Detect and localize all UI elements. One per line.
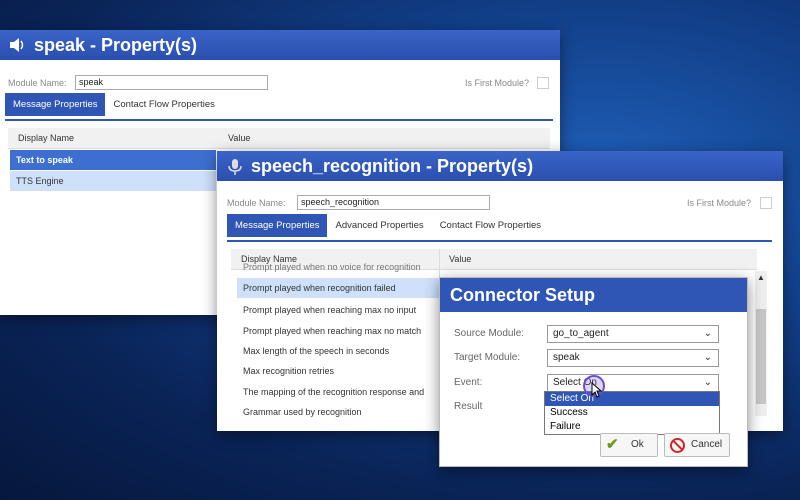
speech-window-title: speech_recognition - Property(s) [251, 155, 534, 176]
grid-row-max-no-input[interactable]: Prompt played when reaching max no input [237, 300, 443, 320]
source-module-value: go_to_agent [553, 328, 609, 339]
tab-underline [5, 119, 553, 121]
source-module-label: Source Module: [454, 328, 525, 339]
chevron-down-icon: ⌄ [703, 352, 712, 363]
column-value: Value [449, 254, 472, 264]
module-name-label: Module Name: [8, 78, 67, 88]
cancel-label: Cancel [691, 439, 723, 450]
column-display-name: Display Name [18, 133, 75, 143]
result-label: Result [454, 401, 483, 412]
grid-row-max-no-match[interactable]: Prompt played when reaching max no match [237, 321, 443, 341]
target-module-select[interactable]: speak ⌄ [547, 349, 719, 367]
tab-contact-flow-properties[interactable]: Contact Flow Properties [105, 93, 222, 116]
grid-row-response-mapping[interactable]: The mapping of the recognition response … [237, 382, 443, 402]
grid-row-tts-engine[interactable]: TTS Engine [10, 171, 216, 191]
checkmark-icon: ✔ [606, 436, 619, 453]
grid-row-max-retries[interactable]: Max recognition retries [237, 361, 443, 381]
speech-title-bar[interactable]: speech_recognition - Property(s) [217, 151, 783, 181]
event-select[interactable]: Select On ⌄ [547, 374, 719, 392]
speak-window-title: speak - Property(s) [34, 34, 198, 55]
grid-row-no-voice[interactable]: Prompt played when no voice for recognit… [237, 261, 443, 273]
event-label: Event: [454, 377, 483, 388]
connector-title: Connector Setup [450, 285, 596, 305]
connector-title-bar[interactable]: Connector Setup [440, 278, 747, 312]
is-first-module-label: Is First Module? [687, 198, 752, 208]
source-module-select[interactable]: go_to_agent ⌄ [547, 325, 719, 343]
tab-contact-flow-properties[interactable]: Contact Flow Properties [432, 214, 549, 237]
is-first-module-checkbox[interactable] [537, 77, 549, 89]
cursor-icon [583, 375, 605, 398]
ok-button[interactable]: ✔ Ok [600, 433, 658, 457]
vertical-scrollbar[interactable]: ▲ [755, 271, 767, 416]
event-options-list: Select On Success Failure [544, 391, 720, 435]
connector-setup-dialog: Connector Setup Source Module: go_to_age… [439, 277, 748, 467]
chevron-down-icon: ⌄ [703, 377, 712, 388]
target-module-label: Target Module: [454, 352, 521, 363]
speaker-icon [8, 37, 28, 53]
tab-message-properties[interactable]: Message Properties [5, 93, 106, 116]
cancel-button[interactable]: Cancel [664, 433, 730, 457]
is-first-module-label: Is First Module? [465, 78, 530, 88]
event-option-select-on[interactable]: Select On [545, 392, 719, 406]
tab-advanced-properties[interactable]: Advanced Properties [327, 214, 431, 237]
mic-icon [225, 158, 245, 175]
column-value: Value [228, 133, 251, 143]
cancel-icon [670, 438, 685, 453]
ok-label: Ok [631, 439, 644, 450]
event-option-success[interactable]: Success [545, 406, 719, 420]
module-name-input[interactable]: speech_recognition [297, 195, 490, 210]
tab-message-properties[interactable]: Message Properties [227, 214, 328, 237]
module-name-input[interactable]: speak [75, 75, 268, 90]
tab-underline [227, 240, 772, 242]
event-option-failure[interactable]: Failure [545, 420, 719, 434]
grid-row-recognition-failed[interactable]: Prompt played when recognition failed [237, 278, 443, 298]
target-module-value: speak [553, 352, 580, 363]
speak-grid-header: Display Name Value [8, 128, 550, 149]
grid-row-grammar[interactable]: Grammar used by recognition [237, 402, 443, 422]
chevron-down-icon: ⌄ [703, 328, 712, 339]
scrollbar-thumb[interactable] [756, 309, 766, 404]
scroll-up-icon[interactable]: ▲ [757, 273, 765, 282]
speak-title-bar[interactable]: speak - Property(s) [0, 30, 560, 60]
grid-row-max-length[interactable]: Max length of the speech in seconds [237, 341, 443, 361]
is-first-module-checkbox[interactable] [760, 197, 772, 209]
grid-row-text-to-speak[interactable]: Text to speak [10, 150, 216, 170]
module-name-label: Module Name: [227, 198, 286, 208]
